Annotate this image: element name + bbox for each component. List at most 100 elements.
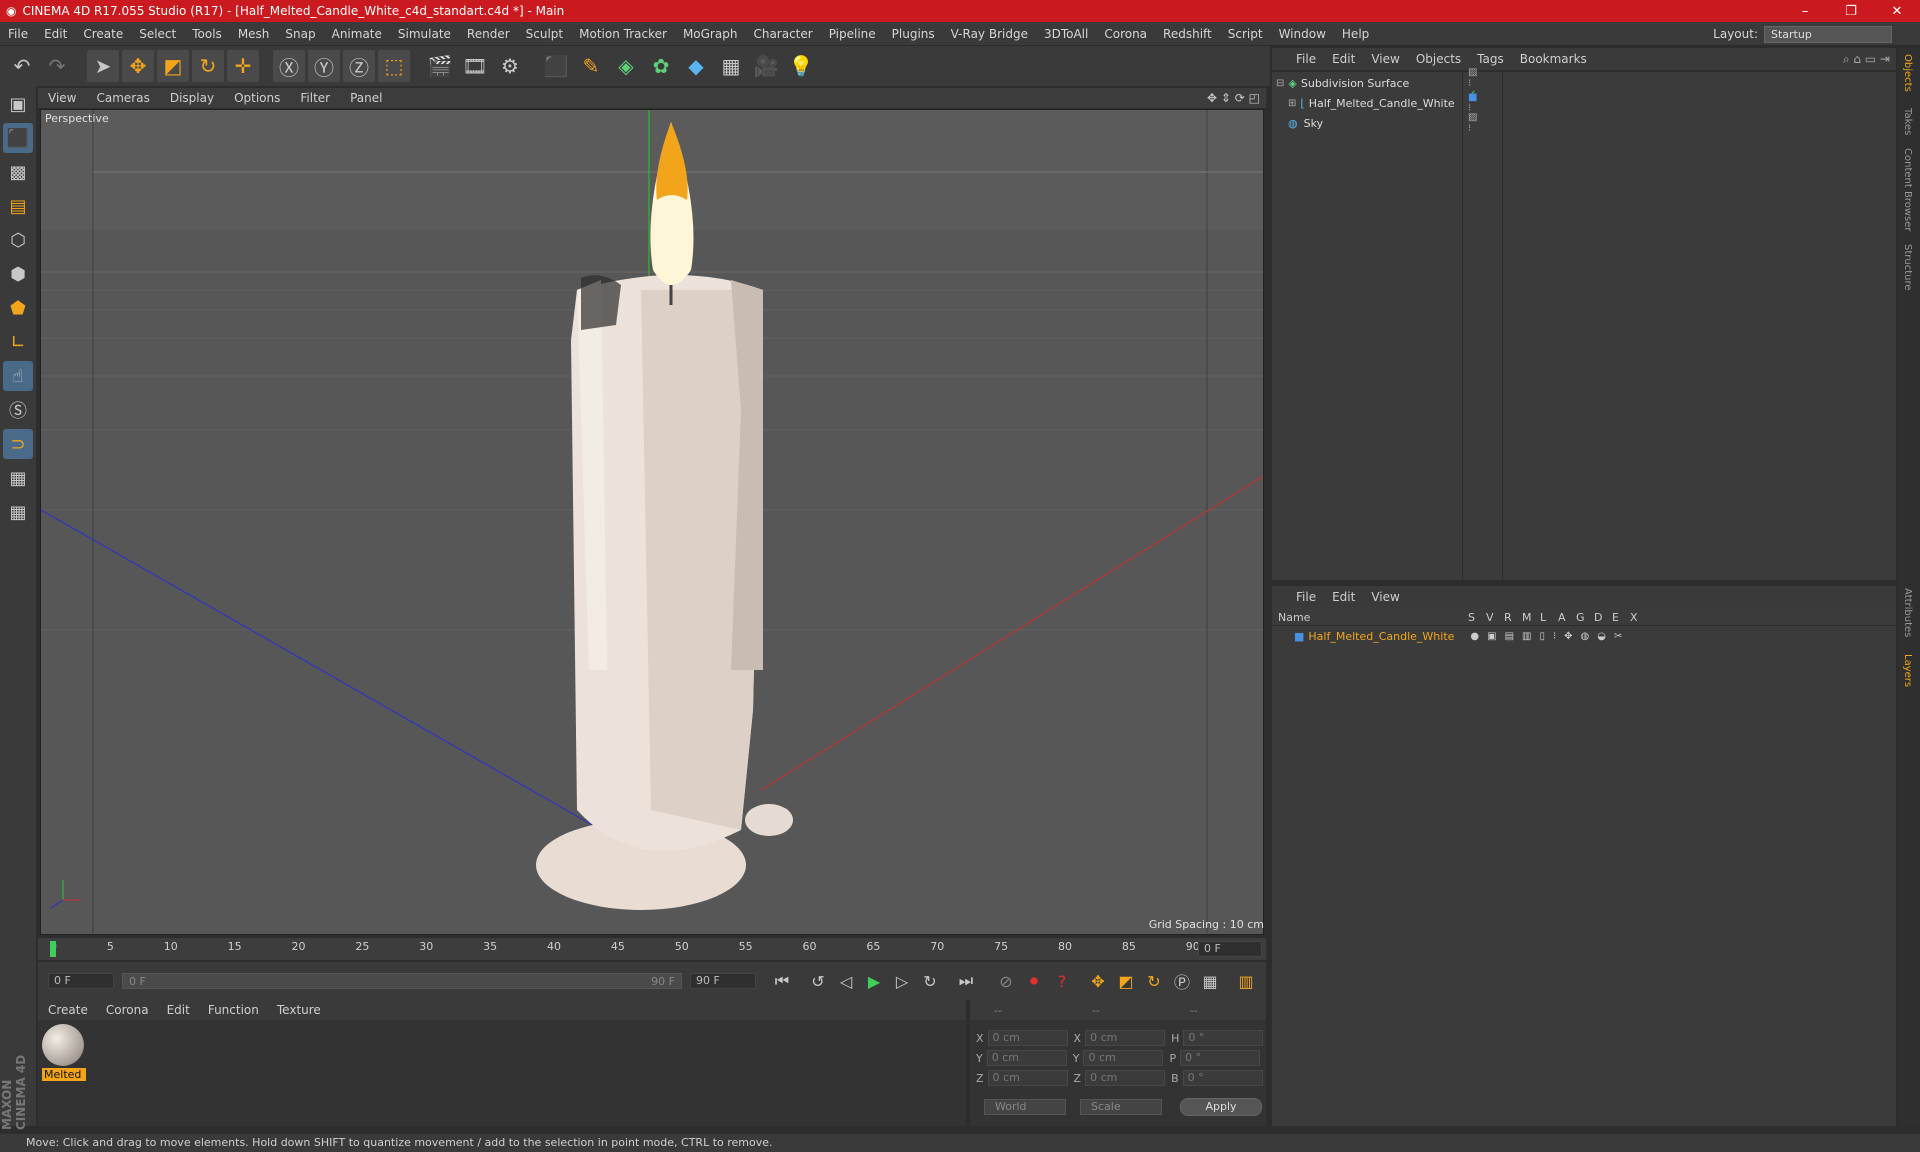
material-menu-edit[interactable]: Edit	[157, 1003, 198, 1017]
rotation-p-field[interactable]: 0 °	[1180, 1050, 1261, 1066]
tab-objects[interactable]: Objects	[1902, 54, 1913, 92]
pen-spline-icon[interactable]: ✎	[575, 50, 607, 82]
apply-button[interactable]: Apply	[1180, 1098, 1262, 1116]
layout-dropdown[interactable]: Startup	[1764, 25, 1892, 43]
material-menu-function[interactable]: Function	[198, 1003, 267, 1017]
deformer-icon[interactable]: ◆	[680, 50, 712, 82]
object-menu-bookmarks[interactable]: Bookmarks	[1512, 52, 1595, 66]
undo-icon[interactable]: ↶	[6, 50, 38, 82]
menu-motion-tracker[interactable]: Motion Tracker	[571, 27, 675, 41]
render-picture-viewer-icon[interactable]: 🎞	[459, 50, 491, 82]
rotation-h-field[interactable]: 0 °	[1183, 1030, 1264, 1046]
tab-attributes[interactable]: Attributes	[1902, 588, 1913, 637]
array-icon[interactable]: ✿	[645, 50, 677, 82]
material-menu-create[interactable]: Create	[38, 1003, 96, 1017]
viewport-nav-icons[interactable]: ✥ ⇕ ⟳ ◰	[1207, 91, 1260, 105]
object-manager-tools-icons[interactable]: ⌕ ⌂ ▭ ⇥	[1843, 52, 1890, 67]
expand-icon[interactable]: ⊞	[1288, 98, 1296, 109]
layer-menu-edit[interactable]: Edit	[1324, 590, 1363, 604]
size-z-field[interactable]: 0 cm	[1085, 1070, 1166, 1086]
viewport-menu-panel[interactable]: Panel	[340, 91, 392, 105]
menu-3dtoall[interactable]: 3DToAll	[1036, 27, 1096, 41]
coord-mode-dropdown[interactable]: Scale	[1080, 1099, 1162, 1115]
menu-redshift[interactable]: Redshift	[1155, 27, 1220, 41]
menu-script[interactable]: Script	[1220, 27, 1271, 41]
workplane-lock-icon[interactable]: ▦	[3, 463, 33, 493]
menu-plugins[interactable]: Plugins	[884, 27, 943, 41]
menu-mograph[interactable]: MoGraph	[675, 27, 746, 41]
viewport-menu-cameras[interactable]: Cameras	[86, 91, 159, 105]
magnet-icon[interactable]: ⊃	[3, 429, 33, 459]
coordinate-system-icon[interactable]: ⬚	[378, 50, 410, 82]
menu-tools[interactable]: Tools	[184, 27, 230, 41]
material-menu-corona[interactable]: Corona	[96, 1003, 157, 1017]
object-menu-tags[interactable]: Tags	[1469, 52, 1512, 66]
layer-menu-file[interactable]: File	[1288, 590, 1324, 604]
rotate-icon[interactable]: ↻	[192, 50, 224, 82]
visibility-icons[interactable]: ▨ ⁝	[1468, 112, 1477, 134]
minimize-button[interactable]: –	[1782, 0, 1828, 22]
position-y-field[interactable]: 0 cm	[986, 1050, 1067, 1066]
layer-color-icon[interactable]: ■ ⁝	[1468, 92, 1477, 114]
key-rotate-icon[interactable]: ↻	[1142, 969, 1166, 993]
cube-icon[interactable]: ⬛	[540, 50, 572, 82]
position-x-field[interactable]: 0 cm	[987, 1030, 1068, 1046]
timeline-window-icon[interactable]: ▥	[1234, 969, 1258, 993]
object-menu-view[interactable]: View	[1363, 52, 1407, 66]
start-frame-field[interactable]: 0 F	[48, 973, 114, 989]
subdivision-icon[interactable]: ◈	[610, 50, 642, 82]
menu-pipeline[interactable]: Pipeline	[821, 27, 884, 41]
key-scale-icon[interactable]: ◩	[1114, 969, 1138, 993]
autokey-icon[interactable]: ?	[1050, 969, 1074, 993]
object-menu-objects[interactable]: Objects	[1408, 52, 1469, 66]
rotation-b-field[interactable]: 0 °	[1182, 1070, 1263, 1086]
key-param-icon[interactable]: Ⓟ	[1170, 969, 1194, 993]
object-row-subdivision-surface[interactable]: ⊟ ◈ Subdivision Surface ▨ ⁝ ✓	[1272, 67, 1477, 100]
timeline-ruler[interactable]: 0 5 10 15 20 25 30 35 40 45 50 55 60 65 …	[38, 938, 1266, 960]
layer-color-swatch[interactable]: ■	[1294, 630, 1304, 643]
x-axis-icon[interactable]: Ⓧ	[273, 50, 305, 82]
end-frame-field[interactable]: 90 F	[690, 973, 756, 989]
move-icon[interactable]: ✥	[122, 50, 154, 82]
axis-mode-icon[interactable]: ∟	[3, 327, 33, 357]
menu-vray-bridge[interactable]: V-Ray Bridge	[943, 27, 1036, 41]
frame-range-slider[interactable]: 0 F 90 F	[122, 973, 682, 989]
texture-mode-icon[interactable]: ▩	[3, 157, 33, 187]
layer-toggle-icons[interactable]: ●▣▤▥▯⁝✥◍◒✂	[1470, 631, 1630, 642]
menu-help[interactable]: Help	[1334, 27, 1377, 41]
menu-file[interactable]: File	[0, 27, 36, 41]
y-axis-icon[interactable]: Ⓨ	[308, 50, 340, 82]
edges-mode-icon[interactable]: ⬢	[3, 259, 33, 289]
key-move-icon[interactable]: ✥	[1086, 969, 1110, 993]
render-view-icon[interactable]: 🎬	[424, 50, 456, 82]
expand-icon[interactable]: ⊟	[1276, 78, 1284, 89]
coord-system-dropdown[interactable]: World	[984, 1099, 1066, 1115]
viewport-menu-options[interactable]: Options	[224, 91, 290, 105]
tweak-mode-icon[interactable]: ☝	[3, 361, 33, 391]
tab-layers[interactable]: Layers	[1902, 654, 1913, 687]
object-menu-edit[interactable]: Edit	[1324, 52, 1363, 66]
layer-row[interactable]: ■ Half_Melted_Candle_White ●▣▤▥▯⁝✥◍◒✂	[1272, 628, 1896, 644]
tab-takes[interactable]: Takes	[1902, 108, 1913, 135]
transform-icon[interactable]: ✛	[227, 50, 259, 82]
floor-icon[interactable]: ▦	[715, 50, 747, 82]
render-settings-icon[interactable]: ⚙	[494, 50, 526, 82]
menu-create[interactable]: Create	[75, 27, 131, 41]
perspective-viewport[interactable]	[40, 109, 1264, 935]
menu-character[interactable]: Character	[745, 27, 820, 41]
viewport-menu-display[interactable]: Display	[160, 91, 224, 105]
menu-corona[interactable]: Corona	[1096, 27, 1155, 41]
polygons-mode-icon[interactable]: ⬟	[3, 293, 33, 323]
scale-icon[interactable]: ◩	[157, 50, 189, 82]
current-frame-field[interactable]: 0 F	[1198, 941, 1262, 957]
object-row-candle[interactable]: ⊞ ⌊ Half_Melted_Candle_White ■ ⁝	[1272, 92, 1477, 114]
menu-select[interactable]: Select	[131, 27, 184, 41]
material-swatch[interactable]: Melted	[42, 1024, 86, 1081]
points-mode-icon[interactable]: ⬡	[3, 225, 33, 255]
viewport-menu-filter[interactable]: Filter	[290, 91, 340, 105]
layer-menu-view[interactable]: View	[1363, 590, 1407, 604]
maximize-button[interactable]: ❐	[1828, 0, 1874, 22]
play-icon[interactable]: ▶	[862, 969, 886, 993]
record-icon[interactable]: ⏺	[1022, 969, 1046, 993]
grid-snap-icon[interactable]: ▦	[3, 497, 33, 527]
